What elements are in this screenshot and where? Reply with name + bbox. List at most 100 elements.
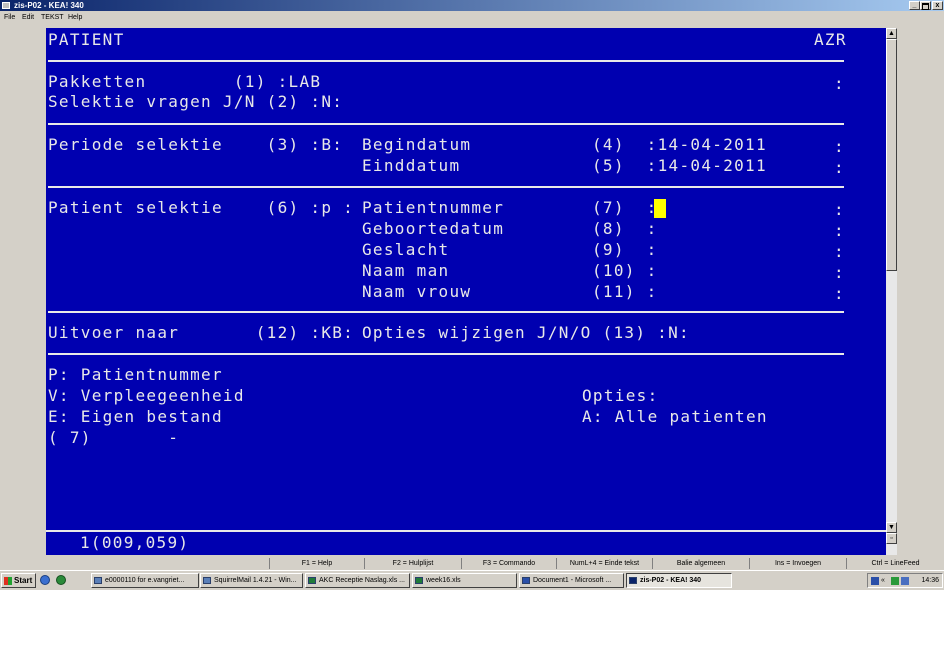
- start-button[interactable]: Start: [1, 573, 36, 588]
- label-einddatum: Einddatum: [362, 156, 461, 175]
- taskbar-item[interactable]: SquirrelMail 1.4.21 - Win...: [200, 573, 303, 588]
- scrollbar-thumb[interactable]: [886, 39, 897, 271]
- status-divider: [46, 530, 886, 532]
- field-end-marker: :: [834, 284, 845, 303]
- label-patientnummer: Patientnummer: [362, 198, 505, 217]
- browser-icon: [94, 577, 102, 584]
- taskbar-item-label: e0000110 for e.vangriet...: [105, 577, 185, 584]
- legend-p: P: Patientnummer: [48, 365, 223, 384]
- function-key-bar: F1 = Help F2 = Hulplijst F3 = Commando N…: [0, 557, 944, 570]
- system-tray: « 14:36: [867, 573, 943, 588]
- field-end-marker: :: [834, 158, 845, 177]
- language-icon[interactable]: [871, 577, 879, 585]
- maximize-button[interactable]: [920, 1, 931, 10]
- corner-grip-icon: ▫: [890, 535, 893, 542]
- divider: [48, 123, 844, 125]
- fkey-einde-tekst[interactable]: NumL+4 = Einde tekst: [557, 558, 653, 569]
- scroll-end-button[interactable]: ▫: [886, 533, 897, 544]
- label-geboortedatum: Geboortedatum: [362, 219, 505, 238]
- window-title: zis-P02 - KEA! 340: [14, 1, 84, 10]
- taskbar: Start e0000110 for e.vangriet... Squirre…: [0, 570, 944, 590]
- chevron-left-icon[interactable]: «: [881, 577, 889, 585]
- field-opties-wijzigen[interactable]: Opties wijzigen J/N/O (13) :N:: [362, 323, 690, 343]
- field-pakketten[interactable]: Pakketten (1) :LAB: [48, 72, 321, 92]
- field-end-marker: :: [834, 221, 845, 240]
- fkey-ctrl-linefeed[interactable]: Ctrl = LineFeed: [847, 558, 944, 569]
- field-end-marker: :: [834, 137, 845, 156]
- field-einddatum[interactable]: (5) :14-04-2011: [592, 156, 767, 176]
- taskbar-item[interactable]: AKC Receptie Naslag.xls ...: [305, 573, 410, 588]
- arrow-down-icon: ▼: [888, 524, 895, 531]
- field-geboortedatum[interactable]: (8) :: [592, 219, 658, 239]
- fkey-status-blank: [0, 558, 270, 569]
- field-periode-selektie[interactable]: Periode selektie (3) :B:: [48, 135, 343, 155]
- menu-edit[interactable]: Edit: [22, 12, 34, 24]
- screen-title: PATIENT: [48, 30, 125, 49]
- scroll-up-button[interactable]: ▲: [886, 28, 897, 39]
- start-label: Start: [14, 576, 33, 585]
- field-end-marker: :: [834, 242, 845, 261]
- label-begindatum: Begindatum: [362, 135, 472, 154]
- fkey-f3-commando[interactable]: F3 = Commando: [462, 558, 557, 569]
- legend-7: ( 7) -: [48, 428, 180, 447]
- field-uitvoer-naar[interactable]: Uitvoer naar (12) :KB:: [48, 323, 354, 343]
- field-end-marker: :: [834, 74, 845, 93]
- label-naam-man: Naam man: [362, 261, 450, 280]
- minimize-button[interactable]: _: [909, 1, 920, 10]
- network-icon[interactable]: [891, 577, 899, 585]
- taskbar-item-label: week16.xls: [426, 577, 461, 584]
- browser-icon: [203, 577, 211, 584]
- monitor-icon[interactable]: [901, 577, 909, 585]
- clock[interactable]: 14:36: [921, 574, 939, 587]
- cursor-position-status: 1(009,059): [80, 533, 190, 552]
- taskbar-item-label: Document1 - Microsoft ...: [533, 577, 612, 584]
- terminal-screen[interactable]: PATIENT AZR Pakketten (1) :LAB : Selekti…: [46, 28, 886, 555]
- divider: [48, 60, 844, 62]
- screen-code: AZR: [814, 30, 847, 49]
- divider: [48, 353, 844, 355]
- taskbar-item-label: zis-P02 - KEA! 340: [640, 577, 702, 584]
- fkey-f2-hulplijst[interactable]: F2 = Hulplijst: [365, 558, 462, 569]
- field-naam-vrouw[interactable]: (11) :: [592, 282, 658, 302]
- divider: [48, 311, 844, 313]
- menu-help[interactable]: Help: [68, 12, 82, 24]
- text-cursor: [654, 199, 666, 218]
- taskbar-item[interactable]: week16.xls: [412, 573, 517, 588]
- app-icon[interactable]: [2, 2, 10, 9]
- scroll-down-button[interactable]: ▼: [886, 522, 897, 533]
- field-geslacht[interactable]: (9) :: [592, 240, 658, 260]
- close-button[interactable]: x: [932, 1, 943, 10]
- field-selektie-vragen[interactable]: Selektie vragen J/N (2) :N:: [48, 92, 343, 112]
- word-icon: [522, 577, 530, 584]
- divider: [48, 186, 844, 188]
- legend-v: V: Verpleegeenheid: [48, 386, 245, 405]
- legend-e: E: Eigen bestand: [48, 407, 223, 426]
- menu-tekst[interactable]: TEKST: [41, 12, 64, 24]
- field-end-marker: :: [834, 263, 845, 282]
- field-patient-selektie[interactable]: Patient selektie (6) :p :: [48, 198, 354, 218]
- taskbar-item-label: AKC Receptie Naslag.xls ...: [319, 577, 405, 584]
- taskbar-item[interactable]: e0000110 for e.vangriet...: [91, 573, 199, 588]
- excel-icon: [308, 577, 316, 584]
- terminal-icon: [629, 577, 637, 584]
- menu-file[interactable]: File: [4, 12, 15, 24]
- label-naam-vrouw: Naam vrouw: [362, 282, 472, 301]
- excel-icon: [415, 577, 423, 584]
- field-patientnummer[interactable]: (7) :: [592, 198, 658, 218]
- windows-logo-icon: [4, 577, 12, 585]
- quicklaunch-ie-icon[interactable]: [40, 575, 50, 585]
- fkey-ins-invoegen[interactable]: Ins = Invoegen: [750, 558, 847, 569]
- fkey-balie-algemeen[interactable]: Balie algemeen: [653, 558, 750, 569]
- taskbar-item-label: SquirrelMail 1.4.21 - Win...: [214, 577, 297, 584]
- fkey-f1-help[interactable]: F1 = Help: [270, 558, 365, 569]
- quicklaunch-desktop-icon[interactable]: [56, 575, 66, 585]
- vertical-scrollbar[interactable]: ▲ ▼ ▫: [886, 28, 897, 555]
- taskbar-item[interactable]: Document1 - Microsoft ...: [519, 573, 624, 588]
- taskbar-item-active[interactable]: zis-P02 - KEA! 340: [626, 573, 732, 588]
- window-title-bar[interactable]: zis-P02 - KEA! 340 _ x: [0, 0, 944, 11]
- field-begindatum[interactable]: (4) :14-04-2011: [592, 135, 767, 155]
- arrow-up-icon: ▲: [888, 30, 895, 37]
- field-end-marker: :: [834, 200, 845, 219]
- field-naam-man[interactable]: (10) :: [592, 261, 658, 281]
- legend-opties-a: A: Alle patienten: [582, 407, 768, 426]
